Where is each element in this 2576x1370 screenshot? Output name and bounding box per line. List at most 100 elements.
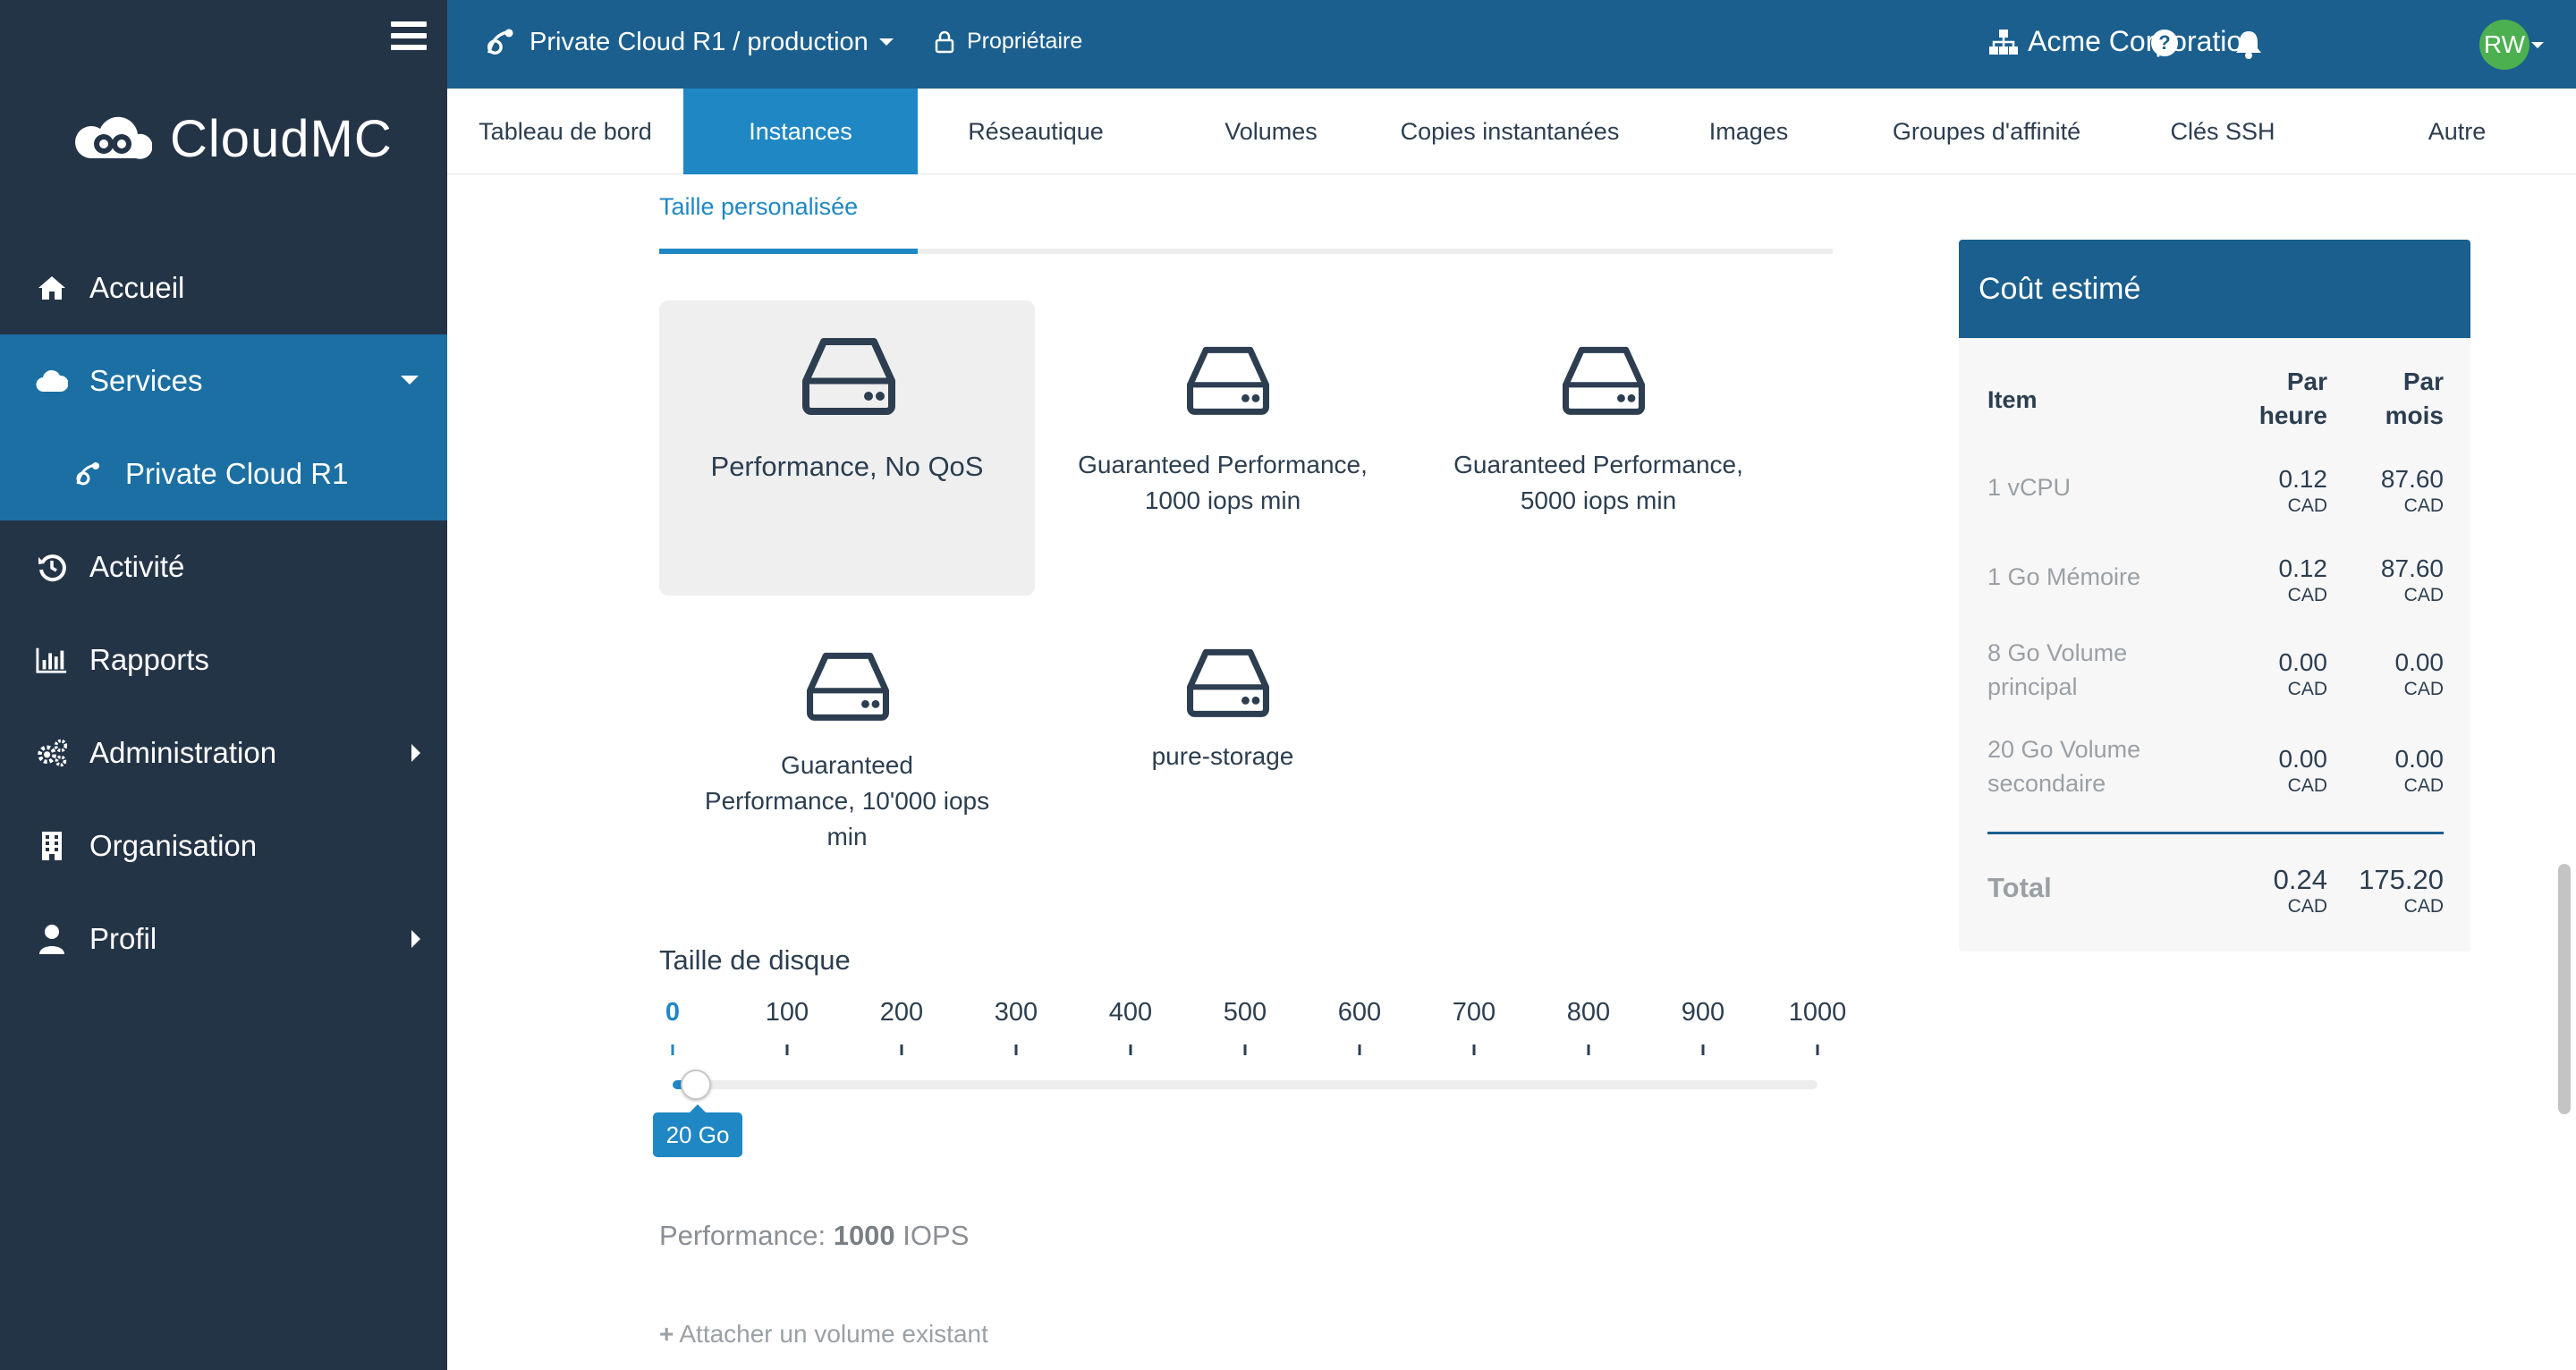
organization-selector[interactable]: Acme Corporation — [1988, 25, 2258, 58]
help-icon[interactable]: ? — [2151, 30, 2178, 56]
storage-option-label: pure-storage — [1151, 742, 1294, 770]
slider-tick-label: 0 — [665, 998, 681, 1027]
disk-size-slider[interactable]: 0 100 200 300 400 500 600 700 800 900 1000 — [659, 998, 1846, 1105]
cost-per-hour: 0.00 CAD — [2278, 648, 2328, 699]
sidebar-item-rapports[interactable]: Rapports — [0, 613, 447, 706]
cost-item-label: 8 Go Volume principal — [1987, 639, 2128, 700]
cost-per-month: 87.60 CAD — [2380, 554, 2444, 605]
tab-images[interactable]: Images — [1631, 89, 1866, 174]
slider-tick-label: 100 — [765, 998, 809, 1027]
menu-icon[interactable] — [391, 21, 427, 54]
tab-volumes[interactable]: Volumes — [1154, 89, 1388, 174]
tab-taille-personalisee[interactable]: Taille personalisée — [659, 193, 858, 221]
tab-groupes-affinite[interactable]: Groupes d'affinité — [1866, 89, 2107, 174]
tab-tableau-de-bord[interactable]: Tableau de bord — [447, 89, 683, 174]
logo[interactable]: CloudMC — [72, 103, 393, 174]
storage-option-card[interactable]: pure-storage — [1035, 640, 1411, 935]
sidebar-item-administration[interactable]: Administration — [0, 706, 447, 799]
storage-option-label: Performance, No QoS — [710, 451, 984, 482]
performance-value: 1000 — [833, 1220, 895, 1251]
slider-value-tooltip: 20 Go — [653, 1104, 742, 1157]
hard-drive-icon — [807, 652, 889, 721]
storage-option-card[interactable]: Guaranteed Performance, 10'000 iops min — [659, 640, 1035, 935]
slider-tick-label: 200 — [879, 998, 924, 1027]
sidebar-item-services[interactable]: Services — [0, 334, 447, 427]
cost-item-label: 1 Go Mémoire — [1987, 563, 2141, 590]
history-icon — [36, 551, 68, 583]
attach-volume-label: Attacher un volume existant — [679, 1320, 988, 1348]
slider-tick-label: 400 — [1108, 998, 1153, 1027]
environment-selector[interactable]: Private Cloud R1 / production — [483, 25, 894, 59]
slider-tick — [1701, 1044, 1705, 1055]
slider-tick-label: 300 — [994, 998, 1038, 1027]
avatar[interactable]: RW — [2479, 20, 2529, 70]
scrollbar-thumb[interactable] — [2558, 864, 2571, 1114]
cloudmc-logo-icon — [75, 116, 152, 159]
chevron-right-icon — [411, 930, 420, 948]
slider-tick-label: 800 — [1566, 998, 1611, 1027]
estimated-cost-panel: Coût estimé Item Par heure Par mois 1 vCPU… — [1959, 240, 2470, 951]
cost-per-hour: 0.00 CAD — [2278, 745, 2328, 796]
cost-per-hour: 0.12 CAD — [2278, 465, 2328, 516]
storage-option-label: Guaranteed Performance, 10'000 iops min — [704, 751, 990, 850]
total-per-hour: 0.24 CAD — [2273, 864, 2327, 917]
sidebar-item-label: Administration — [89, 736, 277, 769]
sidebar-item-activite[interactable]: Activité — [0, 520, 447, 613]
sidebar-item-profil[interactable]: Profil — [0, 892, 447, 985]
tab-autre[interactable]: Autre — [2338, 89, 2576, 174]
top-bar: Private Cloud R1 / production Propriétai… — [447, 0, 2576, 89]
sidebar-item-label: Accueil — [89, 271, 185, 304]
header-per-hour: Par heure — [2258, 368, 2327, 429]
sidebar-item-organisation[interactable]: Organisation — [0, 799, 447, 892]
page-scrollbar[interactable] — [2558, 175, 2571, 1370]
sidebar-item-private-cloud[interactable]: Private Cloud R1 — [0, 427, 447, 520]
sidebar-item-label: Rapports — [89, 643, 209, 676]
sidebar-nav: Accueil Services Private Cloud R1 Activi… — [0, 241, 447, 985]
gears-icon — [36, 737, 68, 769]
breadcrumb-text: Private Cloud R1 / production — [530, 27, 869, 56]
hard-drive-icon — [1187, 346, 1269, 415]
main-content: Taille personalisée Performance, No QoS … — [447, 175, 2549, 1370]
tab-reseautique[interactable]: Réseautique — [918, 89, 1154, 174]
total-per-month: 175.20 CAD — [2359, 864, 2444, 917]
slider-tick — [671, 1044, 674, 1055]
owner-label: Propriétaire — [935, 29, 1082, 55]
organization-name: Acme Corporation — [2028, 25, 2258, 57]
slider-tick — [1243, 1044, 1247, 1055]
sidebar-item-accueil[interactable]: Accueil — [0, 241, 447, 334]
building-icon — [36, 830, 68, 862]
cost-per-hour: 0.12 CAD — [2278, 554, 2328, 605]
sidebar-item-label: Private Cloud R1 — [125, 457, 349, 490]
attach-volume-link[interactable]: + Attacher un volume existant — [659, 1320, 988, 1349]
slider-tick — [1014, 1044, 1018, 1055]
vmware-icon — [487, 29, 513, 55]
header-item: Item — [1987, 386, 2038, 413]
storage-option-card[interactable]: Performance, No QoS — [659, 300, 1035, 596]
storage-option-card[interactable]: Guaranteed Performance, 1000 iops min — [1035, 300, 1411, 596]
cloud-icon — [36, 365, 68, 397]
header-per-month: Par mois — [2385, 368, 2444, 429]
home-icon — [36, 272, 68, 304]
slider-tick-label: 500 — [1223, 998, 1267, 1027]
slider-tick-label: 700 — [1452, 998, 1496, 1027]
slider-track[interactable] — [673, 1080, 1818, 1089]
slider-handle[interactable] — [680, 1070, 711, 1100]
hard-drive-icon — [1187, 648, 1269, 717]
tab-cles-ssh[interactable]: Clés SSH — [2107, 89, 2338, 174]
storage-option-label: Guaranteed Performance, 5000 iops min — [1453, 451, 1743, 514]
sitemap-icon — [1989, 29, 2019, 55]
bell-icon[interactable] — [2234, 29, 2263, 59]
tab-copies-instantanees[interactable]: Copies instantanées — [1388, 89, 1631, 174]
slider-tick — [1472, 1044, 1476, 1055]
chevron-down-icon[interactable] — [2531, 42, 2544, 48]
storage-option-card[interactable]: Guaranteed Performance, 5000 iops min — [1411, 300, 1786, 596]
disk-size-title: Taille de disque — [659, 944, 851, 976]
cost-per-month: 0.00 CAD — [2394, 745, 2445, 796]
slider-tick-label: 900 — [1681, 998, 1725, 1027]
tab-instances[interactable]: Instances — [683, 89, 918, 174]
slider-tick — [900, 1044, 903, 1055]
slider-tick — [1358, 1044, 1361, 1055]
logo-text: CloudMC — [170, 109, 393, 168]
cost-per-month: 87.60 CAD — [2380, 465, 2444, 516]
slider-tick-label: 1000 — [1788, 998, 1847, 1027]
